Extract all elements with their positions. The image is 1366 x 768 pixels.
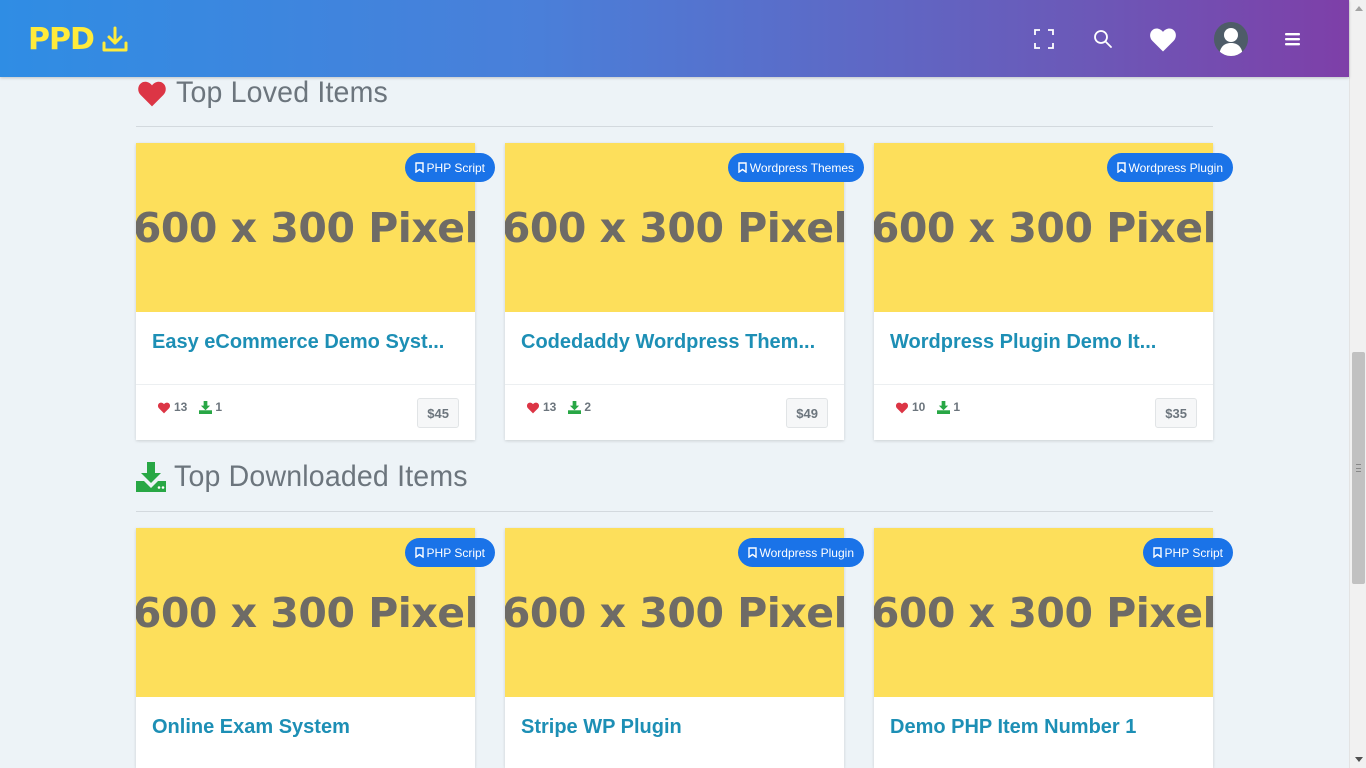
card-footer: 13 1 $45: [136, 384, 475, 440]
heart-section-icon: [138, 81, 166, 107]
download-count: 1: [199, 400, 222, 414]
download-section-icon: [136, 462, 166, 492]
user-avatar[interactable]: [1214, 22, 1248, 56]
fullscreen-icon[interactable]: [1025, 20, 1063, 58]
download-icon: [568, 400, 582, 414]
section-divider: [136, 511, 1213, 512]
section-title: Top Downloaded Items: [174, 460, 468, 493]
search-icon[interactable]: [1084, 20, 1122, 58]
price-tag: $49: [786, 398, 828, 428]
product-card: 600 x 300 Pixel PHP Script Easy eCommerc…: [136, 143, 495, 440]
product-title-link[interactable]: Online Exam System: [136, 697, 475, 768]
download-icon: [199, 400, 213, 414]
card-footer: 10 1 $35: [874, 384, 1213, 440]
top-navbar: PPD: [0, 0, 1349, 77]
category-badge[interactable]: Wordpress Plugin: [1106, 153, 1233, 182]
bookmark-icon: [1116, 162, 1126, 173]
download-count: 1: [937, 400, 960, 414]
product-card: 600 x 300 Pixel PHP Script Demo PHP Item…: [874, 528, 1233, 768]
category-badge[interactable]: PHP Script: [404, 538, 495, 567]
logo-text: PPD: [28, 22, 95, 57]
bookmark-icon: [1152, 547, 1162, 558]
heart-icon[interactable]: [1144, 20, 1182, 58]
price-tag: $35: [1155, 398, 1197, 428]
bookmark-icon: [414, 547, 424, 558]
scroll-up-arrow-icon[interactable]: [1350, 0, 1366, 17]
card-footer: 13 2 $49: [505, 384, 844, 440]
heart-icon: [526, 402, 540, 413]
menu-icon[interactable]: [1274, 20, 1312, 58]
category-badge[interactable]: PHP Script: [1142, 538, 1233, 567]
price-tag: $45: [417, 398, 459, 428]
scroll-down-arrow-icon[interactable]: [1350, 751, 1366, 768]
category-badge[interactable]: Wordpress Themes: [727, 153, 864, 182]
product-card: 600 x 300 Pixel PHP Script Online Exam S…: [136, 528, 495, 768]
product-title-link[interactable]: Stripe WP Plugin: [505, 697, 844, 768]
download-count: 2: [568, 400, 591, 414]
heart-icon: [157, 402, 171, 413]
product-title-link[interactable]: Wordpress Plugin Demo It...: [874, 312, 1213, 384]
bookmark-icon: [414, 162, 424, 173]
category-badge[interactable]: Wordpress Plugin: [737, 538, 864, 567]
heart-icon: [895, 402, 909, 413]
love-count: 13: [526, 400, 556, 414]
download-icon: [937, 400, 951, 414]
top-downloaded-heading: Top Downloaded Items: [136, 460, 483, 494]
bookmark-icon: [747, 547, 757, 558]
product-card: 600 x 300 Pixel Wordpress Themes Codedad…: [505, 143, 864, 440]
top-loved-heading: Top Loved Items: [136, 76, 399, 110]
bookmark-icon: [738, 162, 747, 173]
category-badge[interactable]: PHP Script: [404, 153, 495, 182]
product-title-link[interactable]: Easy eCommerce Demo Syst...: [136, 312, 475, 384]
scroll-thumb[interactable]: [1352, 352, 1365, 584]
section-divider: [136, 126, 1213, 127]
product-title-link[interactable]: Demo PHP Item Number 1: [874, 697, 1213, 768]
product-card: 600 x 300 Pixel Wordpress Plugin Wordpre…: [874, 143, 1233, 440]
love-count: 10: [895, 400, 925, 414]
site-logo[interactable]: PPD: [28, 24, 130, 56]
page-scrollbar[interactable]: [1349, 0, 1366, 768]
product-title-link[interactable]: Codedaddy Wordpress Them...: [505, 312, 844, 384]
product-card: 600 x 300 Pixel Wordpress Plugin Stripe …: [505, 528, 864, 768]
section-title: Top Loved Items: [176, 76, 388, 109]
download-logo-icon: [102, 26, 128, 52]
love-count: 13: [157, 400, 187, 414]
